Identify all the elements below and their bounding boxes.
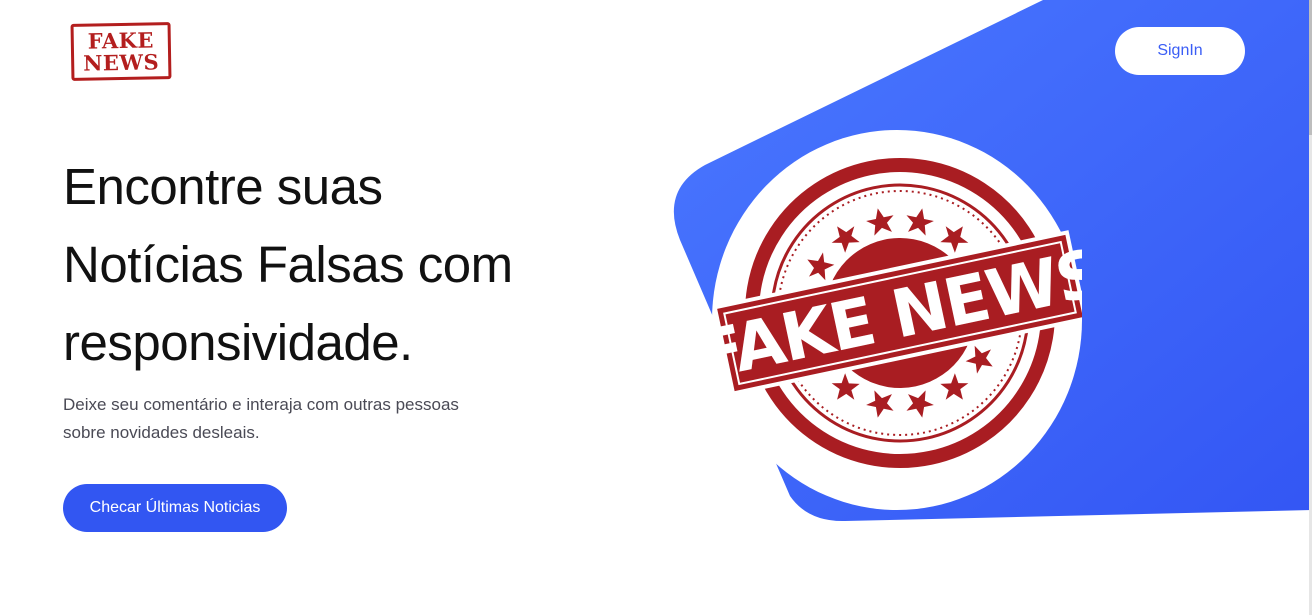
headline-line-2: Notícias Falsas com bbox=[63, 236, 513, 293]
hero-subtitle: Deixe seu comentário e interaja com outr… bbox=[63, 391, 523, 447]
headline-line-1: Encontre suas bbox=[63, 158, 383, 215]
headline-line-3: responsividade. bbox=[63, 314, 413, 371]
subtitle-line-1: Deixe seu comentário e interaja com outr… bbox=[63, 395, 459, 414]
logo-line-2: NEWS bbox=[82, 48, 160, 76]
fake-news-stamp-image: FAKE NEWS bbox=[712, 130, 1082, 510]
landing-page: FAKE NEWS SignIn Encontre suas Notícias … bbox=[0, 0, 1312, 615]
check-latest-news-button[interactable]: Checar Últimas Noticias bbox=[63, 484, 287, 532]
signin-button[interactable]: SignIn bbox=[1115, 27, 1245, 75]
fake-news-logo[interactable]: FAKE NEWS bbox=[70, 22, 172, 81]
subtitle-line-2: sobre novidades desleais. bbox=[63, 423, 260, 442]
hero-headline: Encontre suas Notícias Falsas com respon… bbox=[63, 148, 623, 382]
